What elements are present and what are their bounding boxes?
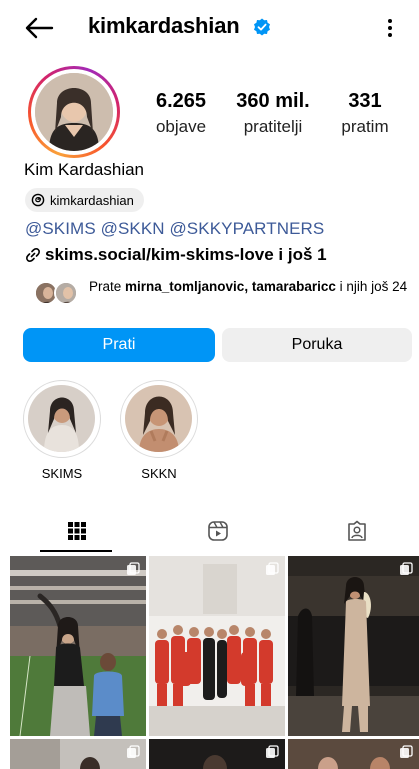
multiple-posts-icon [266, 745, 279, 758]
posts-count-label: objave [155, 117, 207, 136]
multiple-posts-icon [400, 562, 413, 575]
bio-link[interactable]: skims.social/kim-skims-love i još 1 [25, 245, 327, 265]
highlight-skkn[interactable]: SKKN [119, 380, 199, 481]
post-thumbnail[interactable] [149, 739, 285, 769]
post-thumbnail[interactable] [149, 556, 285, 736]
highlight-label: SKIMS [41, 466, 83, 481]
profile-username: kimkardashian [88, 13, 240, 38]
multiple-posts-icon [400, 745, 413, 758]
active-tab-indicator [40, 550, 112, 552]
post-thumbnail[interactable] [10, 556, 146, 736]
link-icon [26, 248, 40, 262]
post-thumbnail[interactable] [288, 739, 419, 769]
more-options-icon[interactable] [384, 16, 396, 40]
mutual-avatars [34, 281, 78, 307]
followers-count[interactable]: 360 mil. pratitelji [230, 90, 316, 137]
multiple-posts-icon [127, 562, 140, 575]
highlight-cover [28, 385, 95, 452]
posts-grid [10, 556, 419, 769]
mutual-avatar [54, 281, 78, 305]
message-button[interactable]: Poruka [222, 328, 412, 362]
threads-icon [31, 193, 45, 207]
tagged-icon [347, 520, 366, 541]
followed-by-text: Prate mirna_tomljanovic, tamarabaricc i … [89, 279, 408, 294]
profile-avatar [35, 73, 113, 151]
highlight-skims[interactable]: SKIMS [22, 380, 102, 481]
profile-avatar-story-ring[interactable] [28, 66, 120, 158]
following-count-value: 331 [348, 90, 382, 112]
highlight-label: SKKN [141, 466, 177, 481]
followers-count-label: pratitelji [243, 117, 303, 136]
post-thumbnail[interactable] [10, 739, 146, 769]
top-bar: kimkardashian [0, 0, 419, 56]
following-count-label: pratim [341, 117, 389, 136]
bio-mentions[interactable]: @SKIMS @SKKN @SKKYPARTNERS [25, 219, 324, 239]
multiple-posts-icon [266, 562, 279, 575]
tab-reels[interactable] [148, 510, 287, 552]
profile-tabs [0, 510, 419, 552]
post-thumbnail[interactable] [288, 556, 419, 736]
threads-handle: kimkardashian [50, 192, 134, 208]
grid-icon [67, 522, 86, 540]
posts-count-value: 6.265 [155, 90, 207, 112]
posts-count[interactable]: 6.265 objave [150, 90, 212, 137]
multiple-posts-icon [127, 745, 140, 758]
highlight-cover [125, 385, 192, 452]
followers-count-value: 360 mil. [236, 90, 310, 112]
back-arrow-icon[interactable] [24, 16, 54, 40]
threads-badge[interactable]: kimkardashian [25, 188, 144, 212]
tab-posts-grid[interactable] [7, 510, 146, 552]
verified-badge-icon [254, 18, 270, 36]
profile-full-name: Kim Kardashian [24, 160, 145, 179]
tab-tagged[interactable] [287, 510, 419, 552]
follow-button[interactable]: Prati [23, 328, 215, 362]
bio-link-text: skims.social/kim-skims-love i još 1 [45, 245, 327, 264]
following-count[interactable]: 331 pratim [334, 90, 396, 137]
reels-icon [207, 521, 228, 541]
